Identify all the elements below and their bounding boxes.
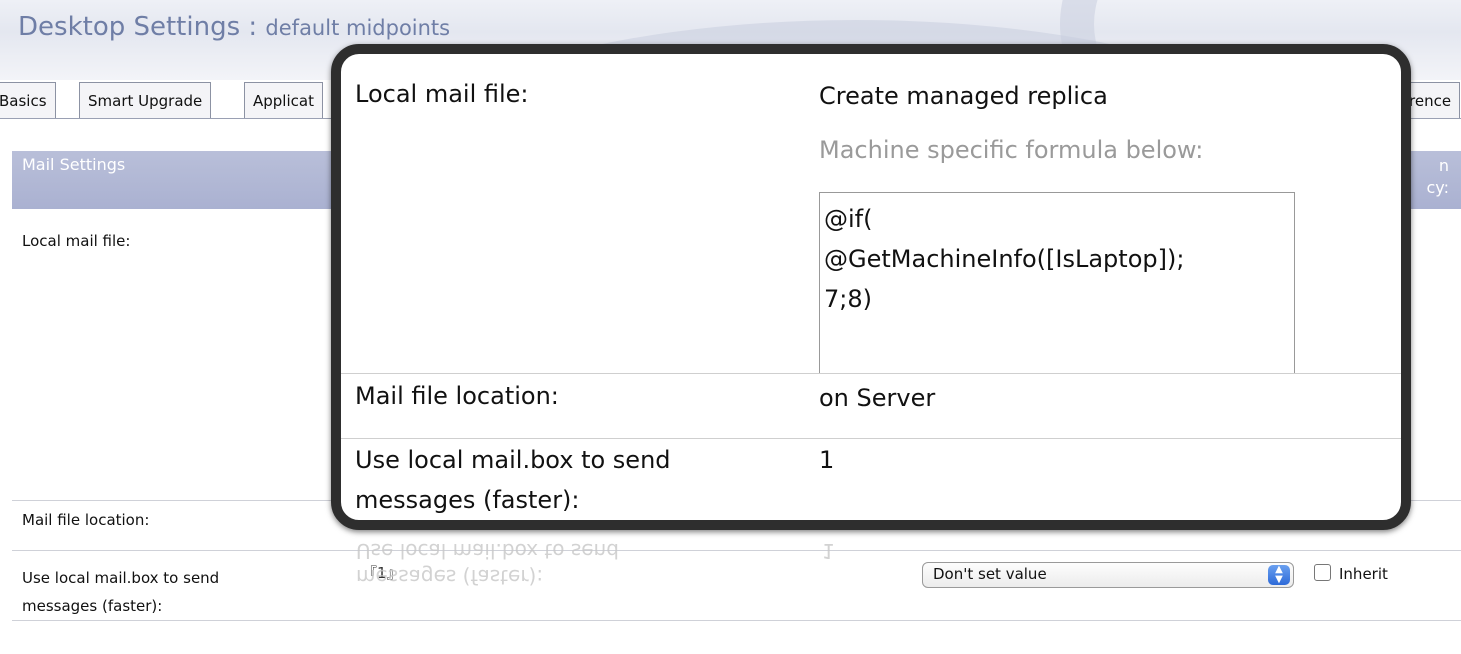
callout-mail-file-location-value: on Server: [819, 384, 936, 412]
reflection-value: 1: [822, 539, 835, 563]
callout-local-mail-file-value: Create managed replica: [819, 82, 1108, 110]
reflection-line: messages (faster):: [356, 565, 544, 589]
local-mail-file-label: Local mail file:: [22, 232, 131, 250]
mailbox-value-select[interactable]: Don't set value ▲ ▼: [922, 562, 1294, 588]
callout-use-local-mailbox-label: Use local mail.box to send messages (fas…: [355, 446, 671, 514]
zoom-callout: Local mail file: Create managed replica …: [331, 44, 1411, 530]
select-selected-value: Don't set value: [933, 565, 1047, 583]
page-title: Desktop Settings : default midpoints: [18, 12, 450, 42]
inherit-label: Inherit: [1339, 565, 1388, 583]
row-divider: [341, 373, 1401, 374]
select-arrows-icon: ▲ ▼: [1268, 565, 1290, 585]
row-divider: [12, 620, 1461, 621]
callout-reflection: messages (faster): Use local mail.box to…: [356, 538, 835, 590]
tab-smart-upgrade[interactable]: Smart Upgrade: [79, 82, 212, 118]
callout-local-mail-file-label: Local mail file:: [355, 80, 529, 108]
reflection-text: Use local mail.box to send: [356, 539, 619, 563]
section-title: Mail Settings: [22, 155, 126, 174]
tab-applications[interactable]: Applicat: [244, 82, 323, 118]
use-local-mailbox-label: Use local mail.box to send messages (fas…: [22, 569, 220, 615]
mail-file-location-label: Mail file location:: [22, 511, 150, 529]
checkbox-icon: [1314, 564, 1331, 581]
formula-hint: Machine specific formula below:: [819, 136, 1204, 164]
reflection-line: Use local mail.box to send 1: [356, 538, 835, 564]
row-divider: [341, 520, 1401, 521]
formula-textarea[interactable]: @if( @GetMachineInfo([IsLaptop]); 7;8): [819, 192, 1295, 374]
row-divider: [12, 550, 1461, 551]
callout-mail-file-location-label: Mail file location:: [355, 382, 559, 410]
row-divider: [341, 438, 1401, 439]
inherit-checkbox[interactable]: Inherit: [1314, 564, 1388, 583]
section-right-label: n cy:: [1426, 156, 1450, 197]
page-title-sub: default midpoints: [265, 16, 451, 40]
tab-basics[interactable]: Basics: [0, 82, 56, 118]
page-title-main: Desktop Settings :: [18, 12, 266, 42]
callout-use-local-mailbox-value: 1: [819, 446, 835, 474]
